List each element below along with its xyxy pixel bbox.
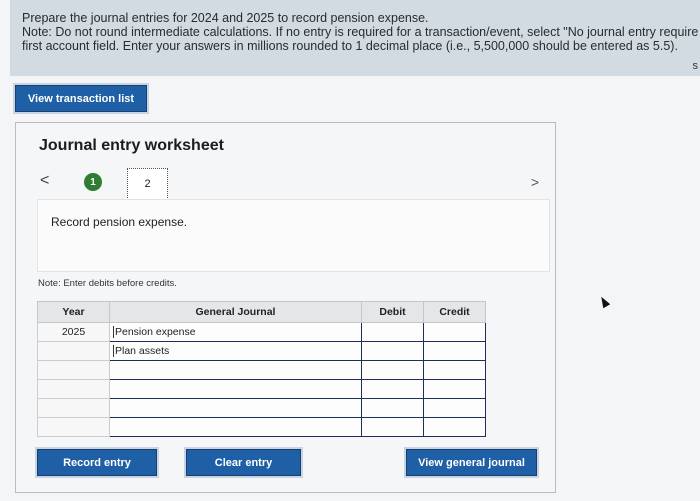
year-cell bbox=[37, 398, 110, 418]
account-field[interactable] bbox=[109, 417, 362, 437]
col-account-header: General Journal bbox=[109, 301, 362, 323]
account-value: Pension expense bbox=[113, 326, 196, 338]
debit-field[interactable] bbox=[361, 360, 424, 380]
debits-credits-note: Note: Enter debits before credits. bbox=[38, 278, 177, 289]
year-cell bbox=[37, 341, 110, 361]
credit-field[interactable] bbox=[423, 360, 486, 380]
entry-description: Record pension expense. bbox=[51, 215, 188, 229]
credit-field[interactable] bbox=[423, 379, 486, 399]
view-general-journal-button[interactable]: View general journal bbox=[406, 449, 537, 476]
year-cell bbox=[37, 417, 110, 437]
entry-description-box: Record pension expense. bbox=[37, 199, 550, 272]
instructions-panel: Prepare the journal entries for 2024 and… bbox=[10, 0, 700, 76]
edge-mark: s bbox=[692, 60, 699, 72]
debit-field[interactable] bbox=[361, 322, 424, 342]
step-1-complete-badge[interactable]: 1 bbox=[84, 173, 102, 191]
debit-field[interactable] bbox=[361, 398, 424, 418]
instructions-line-3: first account field. Enter your answers … bbox=[22, 39, 678, 53]
record-entry-button[interactable]: Record entry bbox=[37, 449, 157, 476]
year-cell bbox=[37, 379, 110, 399]
table-row: 2025 Pension expense bbox=[37, 322, 486, 342]
table-row bbox=[37, 379, 486, 399]
account-field[interactable]: Pension expense bbox=[109, 322, 362, 342]
col-year-header: Year bbox=[37, 301, 110, 323]
debit-field[interactable] bbox=[361, 417, 424, 437]
next-step-chevron-icon[interactable]: > bbox=[531, 174, 539, 190]
year-cell: 2025 bbox=[37, 322, 110, 342]
table-row bbox=[37, 417, 486, 437]
year-cell bbox=[37, 360, 110, 380]
table-row: Plan assets bbox=[37, 341, 486, 361]
instructions-line-1: Prepare the journal entries for 2024 and… bbox=[22, 11, 429, 25]
account-field[interactable] bbox=[109, 379, 362, 399]
instructions-line-2: Note: Do not round intermediate calculat… bbox=[22, 25, 699, 39]
journal-entry-worksheet: Journal entry worksheet < 1 2 > Record p… bbox=[15, 122, 556, 493]
credit-field[interactable] bbox=[423, 417, 486, 437]
worksheet-title: Journal entry worksheet bbox=[39, 137, 224, 154]
step-2-current[interactable]: 2 bbox=[127, 168, 168, 200]
journal-header-row: Year General Journal Debit Credit bbox=[37, 301, 486, 323]
credit-field[interactable] bbox=[423, 398, 486, 418]
clear-entry-button[interactable]: Clear entry bbox=[186, 449, 301, 476]
account-field[interactable]: Plan assets bbox=[109, 341, 362, 361]
previous-step-chevron-icon[interactable]: < bbox=[40, 172, 49, 190]
debit-field[interactable] bbox=[361, 341, 424, 361]
table-row bbox=[37, 360, 486, 380]
account-field[interactable] bbox=[109, 398, 362, 418]
mouse-cursor-icon bbox=[597, 294, 611, 309]
view-transaction-list-button[interactable]: View transaction list bbox=[15, 85, 147, 112]
table-row bbox=[37, 398, 486, 418]
col-credit-header: Credit bbox=[423, 301, 486, 323]
credit-field[interactable] bbox=[423, 322, 486, 342]
journal-table: Year General Journal Debit Credit 2025 P… bbox=[37, 301, 486, 437]
account-field[interactable] bbox=[109, 360, 362, 380]
account-value: Plan assets bbox=[113, 345, 170, 357]
credit-field[interactable] bbox=[423, 341, 486, 361]
col-debit-header: Debit bbox=[361, 301, 424, 323]
debit-field[interactable] bbox=[361, 379, 424, 399]
